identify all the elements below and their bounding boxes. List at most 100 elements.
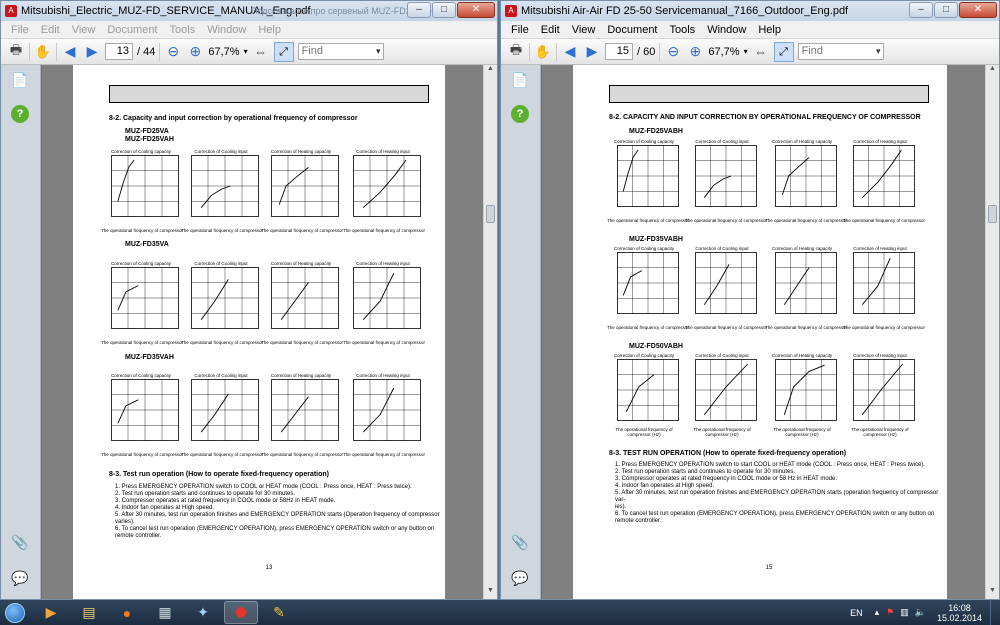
maximize-button[interactable]: □	[432, 2, 456, 18]
correction-chart: Correction of Heating input The operation…	[343, 149, 425, 233]
menu-file[interactable]: File	[5, 24, 35, 36]
media-player-icon[interactable]: ▶	[34, 601, 68, 624]
page-number-input[interactable]: 15	[605, 43, 633, 60]
menu-tools[interactable]: Tools	[664, 24, 702, 36]
list-item: remote controller.	[615, 518, 662, 524]
clock[interactable]: 16:08 15.02.2014	[929, 603, 990, 623]
menu-window[interactable]: Window	[701, 24, 752, 36]
print-icon[interactable]: 🖶	[507, 42, 525, 61]
close-button[interactable]: ✕	[959, 2, 997, 18]
pages-icon[interactable]: 📄	[511, 71, 529, 89]
next-page-icon[interactable]: ▶	[583, 43, 601, 61]
scroll-down-icon[interactable]: ▼	[484, 587, 497, 599]
zoom-dropdown-icon[interactable]: ▾	[744, 47, 748, 56]
explorer-icon[interactable]: ▤	[72, 601, 106, 624]
right-titlebar[interactable]: A Mitsubishi Air-Air FD 25-50 Serviceman…	[501, 1, 999, 21]
left-vertical-scrollbar[interactable]: ▲ ▼	[483, 65, 497, 599]
list-item: 3. Compressor operates at rated frequenc…	[115, 498, 336, 504]
pages-icon[interactable]: 📄	[11, 71, 29, 89]
zoom-in-icon[interactable]: ⊕	[686, 43, 704, 61]
show-desktop-button[interactable]	[990, 600, 1000, 625]
right-document-area[interactable]: 8-2. CAPACITY AND INPUT CORRECTION BY OP…	[542, 65, 985, 599]
minimize-button[interactable]: –	[909, 2, 933, 18]
chart-plot	[775, 359, 837, 421]
correction-chart: Correction of Cooling capacity The operat…	[607, 353, 681, 437]
hand-tool-icon[interactable]: ✋	[34, 43, 52, 61]
scroll-thumb[interactable]	[486, 205, 495, 223]
chart-title: Correction of Heating input	[853, 139, 907, 144]
menu-tools[interactable]: Tools	[164, 24, 202, 36]
x-axis-label: The operational frequency of compressor	[261, 452, 344, 457]
attachments-icon[interactable]: 📎	[11, 533, 29, 551]
acrobat-app-icon: A	[5, 5, 17, 17]
zoom-in-icon[interactable]: ⊕	[186, 43, 204, 61]
left-titlebar[interactable]: A Mitsubishi_Electric_MUZ-FD_SERVICE_MAN…	[1, 1, 497, 21]
menu-view[interactable]: View	[66, 24, 102, 36]
menu-view[interactable]: View	[566, 24, 602, 36]
chart-plot	[617, 145, 679, 207]
list-item: varies).	[115, 519, 135, 525]
fit-page-icon[interactable]: ⤢	[273, 41, 294, 62]
zoom-value[interactable]: 67,7%	[208, 46, 239, 58]
help-icon[interactable]: ?	[11, 105, 29, 123]
language-indicator[interactable]: EN	[842, 608, 871, 618]
network-icon[interactable]: ✦	[186, 601, 220, 624]
scroll-up-icon[interactable]: ▲	[986, 65, 999, 77]
chart-title: Correction of Heating input	[356, 373, 410, 378]
fit-page-icon[interactable]: ⤢	[773, 41, 794, 62]
hand-tool-icon[interactable]: ✋	[534, 43, 552, 61]
start-button[interactable]	[0, 600, 30, 625]
zoom-dropdown-icon[interactable]: ▾	[244, 47, 248, 56]
help-icon[interactable]: ?	[511, 105, 529, 123]
network-tray-icon[interactable]: ▥	[897, 607, 912, 618]
menu-window[interactable]: Window	[201, 24, 252, 36]
zoom-out-icon[interactable]: ⊖	[164, 43, 182, 61]
calculator-icon[interactable]: ▦	[148, 601, 182, 624]
tray-arrow-icon[interactable]: ▴	[871, 607, 884, 618]
chart-title: Correction of Heating input	[853, 246, 907, 251]
attachments-icon[interactable]: 📎	[511, 533, 529, 551]
chart-title: Correction of Heating capacity	[270, 373, 332, 378]
previous-page-icon[interactable]: ◀	[61, 43, 79, 61]
minimize-button[interactable]: –	[407, 2, 431, 18]
page-number-input[interactable]: 13	[105, 43, 133, 60]
menu-edit[interactable]: Edit	[535, 24, 566, 36]
correction-chart: Correction of Cooling input The operation…	[685, 246, 767, 330]
paint-icon[interactable]: ✎	[262, 601, 296, 624]
firefox-icon[interactable]: ●	[110, 601, 144, 624]
system-tray: EN ▴ ⚑ ▥ 🔈 16:08 15.02.2014	[842, 600, 1000, 625]
menu-help[interactable]: Help	[252, 24, 287, 36]
volume-icon[interactable]: 🔈	[912, 607, 929, 618]
flag-icon[interactable]: ⚑	[883, 607, 897, 618]
right-vertical-scrollbar[interactable]: ▲ ▼	[985, 65, 999, 599]
comments-icon[interactable]: 💬	[511, 569, 529, 587]
close-button[interactable]: ✕	[457, 2, 495, 18]
maximize-button[interactable]: □	[934, 2, 958, 18]
zoom-out-icon[interactable]: ⊖	[664, 43, 682, 61]
scroll-down-icon[interactable]: ▼	[986, 587, 999, 599]
chart-title: Correction of Heating input	[356, 261, 410, 266]
find-input[interactable]: Find	[797, 43, 884, 60]
menu-document[interactable]: Document	[601, 24, 663, 36]
menu-edit[interactable]: Edit	[35, 24, 66, 36]
fit-width-icon[interactable]: ⇔	[252, 43, 270, 61]
menu-file[interactable]: File	[505, 24, 535, 36]
print-icon[interactable]: 🖶	[7, 42, 25, 61]
menu-document[interactable]: Document	[101, 24, 163, 36]
list-item: 3. Compressor operates at rated frequenc…	[615, 476, 837, 482]
scroll-thumb[interactable]	[988, 205, 997, 223]
scroll-up-icon[interactable]: ▲	[484, 65, 497, 77]
menu-help[interactable]: Help	[752, 24, 787, 36]
comments-icon[interactable]: 💬	[11, 569, 29, 587]
next-page-icon[interactable]: ▶	[83, 43, 101, 61]
x-axis-label: The operational frequency of compressor	[343, 452, 426, 457]
fit-width-icon[interactable]: ⇔	[752, 43, 770, 61]
left-document-area[interactable]: 8-2. Capacity and input correction by op…	[42, 65, 483, 599]
zoom-value[interactable]: 67,7%	[708, 46, 739, 58]
previous-page-icon[interactable]: ◀	[561, 43, 579, 61]
find-input[interactable]: Find	[297, 43, 384, 60]
chart-plot	[353, 379, 421, 441]
list-item: remote controller.	[115, 533, 162, 539]
acrobat-taskbar-icon[interactable]: ⬣	[224, 601, 258, 624]
taskbar: ▶ ▤ ● ▦ ✦ ⬣ ✎ EN ▴ ⚑ ▥ 🔈 16:08 15.02.201…	[0, 600, 1000, 625]
